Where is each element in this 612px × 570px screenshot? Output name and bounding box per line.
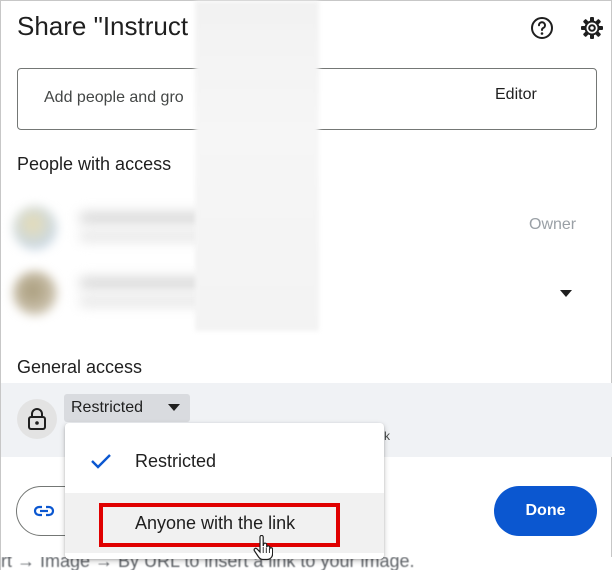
hand-cursor-icon [253, 535, 273, 561]
avatar [13, 206, 57, 250]
check-icon [91, 454, 111, 469]
general-access-description: k [384, 429, 390, 443]
link-icon [33, 505, 55, 517]
people-with-access-heading: People with access [17, 154, 172, 174]
general-access-selected: Restricted [71, 399, 144, 416]
help-icon[interactable] [529, 15, 555, 41]
chevron-down-icon[interactable] [560, 285, 572, 303]
editor-role-dropdown[interactable]: Editor [495, 86, 537, 104]
general-access-dropdown[interactable]: Restricted [64, 394, 190, 422]
lock-icon [28, 408, 46, 430]
chevron-down-icon [168, 404, 180, 411]
redaction-blur [195, 1, 319, 331]
owner-role-label: Owner [529, 216, 577, 233]
gear-icon[interactable] [579, 15, 605, 41]
highlight-annotation [99, 503, 340, 547]
done-button[interactable]: Done [494, 486, 597, 536]
lock-badge [17, 399, 57, 439]
menu-item-label: Restricted [135, 451, 217, 471]
menu-item-restricted[interactable]: Restricted [65, 431, 384, 491]
avatar [13, 271, 57, 315]
share-dialog: Share "Instruct People w [0, 0, 612, 570]
dialog-title: Share "Instruct [17, 11, 189, 41]
general-access-heading: General access [17, 357, 143, 377]
